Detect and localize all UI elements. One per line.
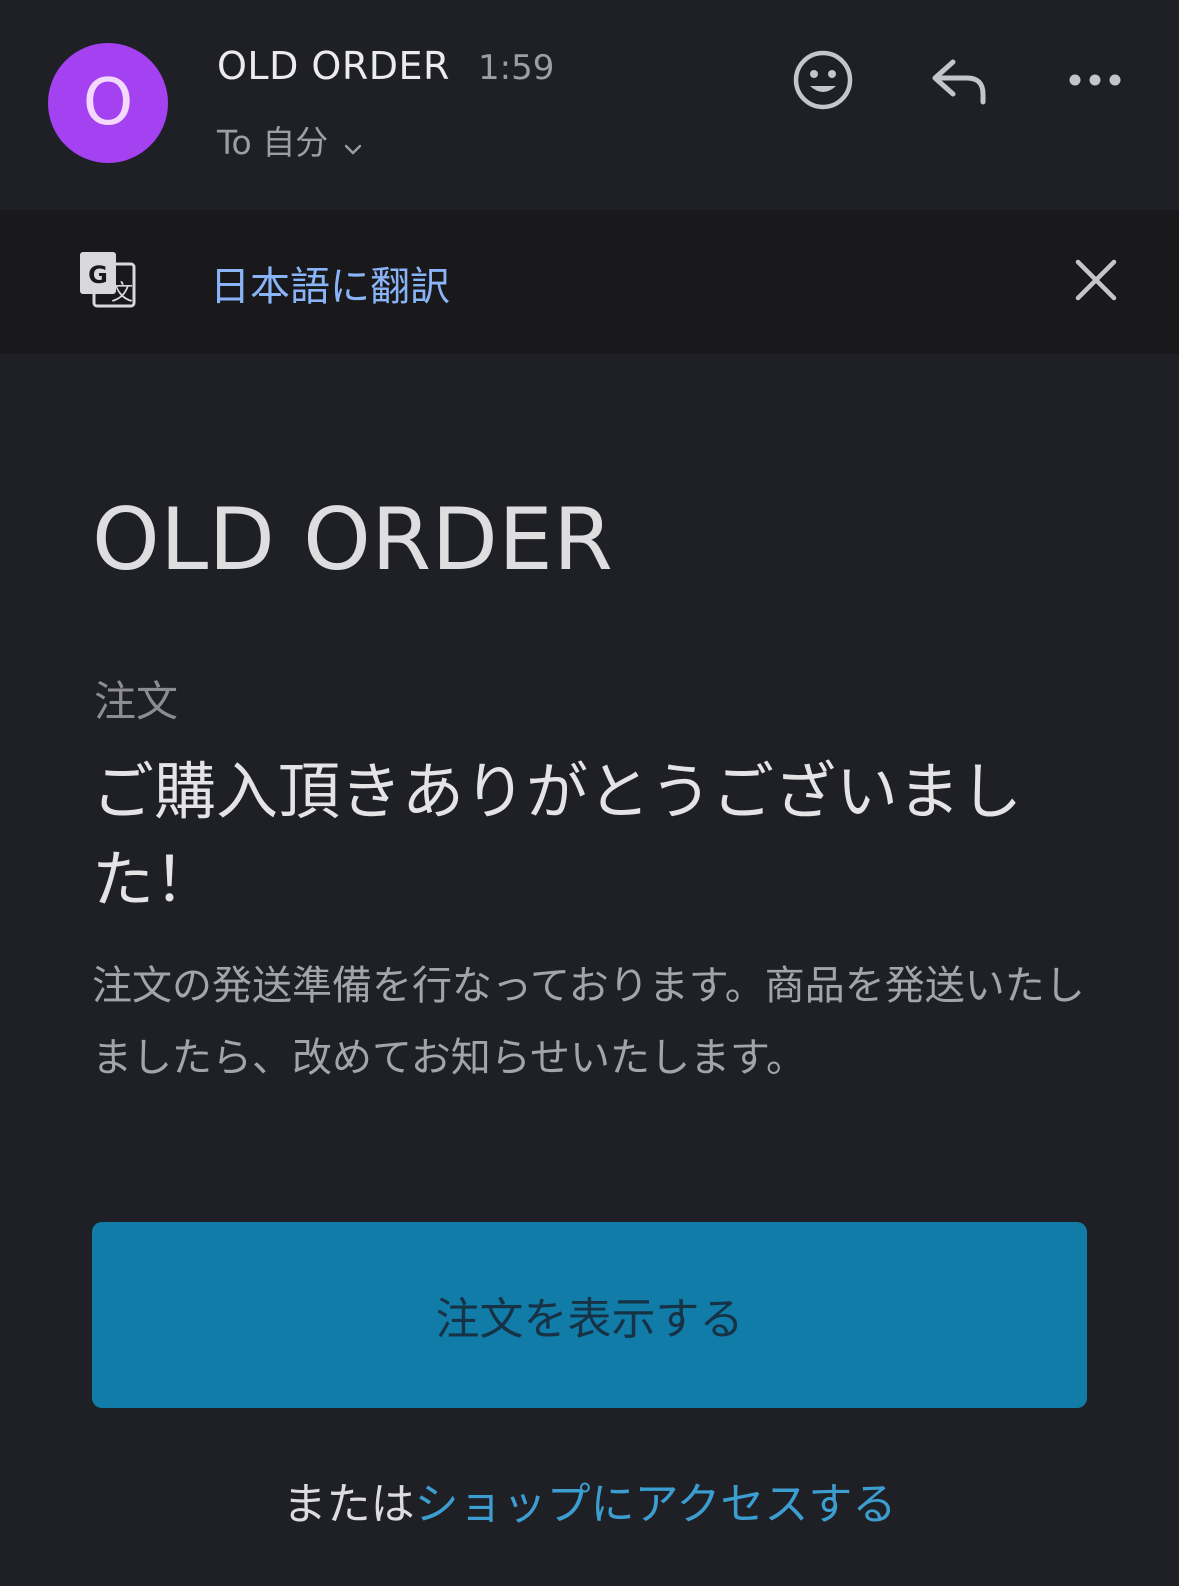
email-time: 1:59	[478, 48, 555, 88]
chevron-down-icon	[342, 129, 364, 155]
close-icon[interactable]	[1070, 254, 1122, 306]
view-order-button[interactable]: 注文を表示する	[92, 1222, 1087, 1408]
more-icon[interactable]	[1060, 45, 1130, 115]
sender-avatar[interactable]: O	[48, 43, 168, 163]
alt-prefix: または	[282, 1479, 415, 1530]
translate-bar: G 文 日本語に翻訳	[0, 210, 1179, 354]
svg-text:G: G	[88, 261, 108, 289]
svg-text:文: 文	[111, 281, 133, 306]
avatar-letter: O	[82, 66, 134, 140]
section-label: 注文	[94, 677, 179, 726]
translate-link[interactable]: 日本語に翻訳	[210, 254, 450, 312]
shop-access-link[interactable]: ショップにアクセスする	[415, 1479, 897, 1530]
reply-icon[interactable]	[924, 45, 994, 115]
email-title: OLD ORDER	[92, 490, 614, 590]
recipient-toggle[interactable]: To 自分	[217, 116, 364, 164]
emoji-icon[interactable]	[788, 45, 858, 115]
order-message: 注文の発送準備を行なっております。商品を発送いたしましたら、改めてお知らせいたし…	[92, 963, 1085, 1081]
alt-access-line: またはショップにアクセスする	[0, 1468, 1179, 1532]
recipient-label: To 自分	[217, 123, 329, 162]
view-order-button-label: 注文を表示する	[435, 1294, 744, 1345]
thank-you-headline: ご購入頂きありがとうございました！	[92, 755, 1023, 916]
sender-name[interactable]: OLD ORDER	[217, 44, 450, 88]
email-header: O OLD ORDER 1:59 To 自分	[0, 0, 1179, 210]
google-translate-icon: G 文	[78, 250, 138, 310]
